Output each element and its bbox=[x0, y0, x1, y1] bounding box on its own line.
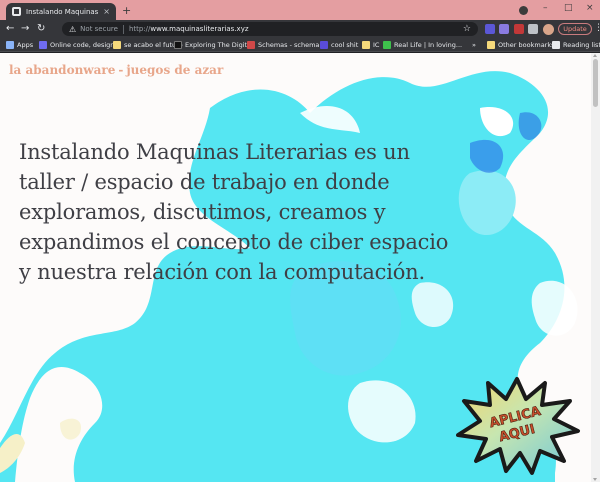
site-icon bbox=[320, 41, 328, 49]
bookmark-label: Apps bbox=[17, 41, 34, 49]
folder-icon bbox=[113, 41, 121, 49]
bookmark-star-icon[interactable]: ☆ bbox=[463, 24, 471, 34]
url-scheme: http:// bbox=[128, 25, 151, 33]
browser-window: Instalando Maquinas Literarias × + – □ ×… bbox=[0, 0, 600, 482]
bookmark-se-acabo[interactable]: se acabo el futuro bbox=[113, 40, 183, 50]
bookmark-online-code[interactable]: Online code, design... bbox=[39, 40, 121, 50]
bookmarks-bar: Apps Online code, design... se acabo el … bbox=[0, 38, 600, 52]
apps-grid-icon bbox=[6, 41, 14, 49]
warning-icon[interactable]: ⚠ bbox=[69, 25, 76, 34]
page-scrollbar[interactable] bbox=[591, 53, 600, 482]
update-button[interactable]: Update bbox=[558, 23, 592, 35]
tab-close-icon[interactable]: × bbox=[103, 7, 110, 16]
bookmark-label: Exploring The Digit... bbox=[185, 41, 254, 49]
nav-link-abandonware[interactable]: la abandonware bbox=[9, 63, 115, 77]
tab-search-icon[interactable] bbox=[519, 6, 528, 15]
security-label[interactable]: Not secure bbox=[80, 25, 118, 33]
scroll-down-arrow-icon[interactable] bbox=[593, 478, 597, 481]
bookmark-label: IC bbox=[373, 41, 380, 49]
forward-button[interactable]: → bbox=[21, 23, 29, 34]
tab-active[interactable]: Instalando Maquinas Literarias × bbox=[6, 3, 116, 20]
tab-strip: Instalando Maquinas Literarias × + – □ × bbox=[0, 0, 600, 20]
scrollbar-thumb[interactable] bbox=[593, 59, 598, 107]
bookmark-exploring[interactable]: Exploring The Digit... bbox=[174, 40, 253, 50]
site-icon bbox=[247, 41, 255, 49]
site-header: la abandonware - juegos de azar bbox=[9, 63, 223, 77]
site-icon bbox=[383, 41, 391, 49]
folder-icon bbox=[487, 41, 495, 49]
bookmark-label: Other bookmarks bbox=[498, 41, 555, 49]
apply-here-button[interactable]: APLICA AQUI bbox=[450, 373, 585, 477]
bookmark-ic[interactable]: IC bbox=[362, 40, 379, 50]
menu-kebab-icon[interactable]: ⋮ bbox=[594, 23, 600, 33]
scroll-up-arrow-icon[interactable] bbox=[593, 54, 597, 57]
extension-gear-icon[interactable] bbox=[499, 24, 509, 34]
bookmark-label: Reading list bbox=[563, 41, 600, 49]
bookmark-label: Schemas - schema... bbox=[258, 41, 326, 49]
header-separator: - bbox=[118, 63, 124, 77]
url-host: www.maquinasliterarias.xyz bbox=[150, 25, 249, 33]
address-divider bbox=[122, 24, 124, 34]
extension-pdf-icon[interactable] bbox=[514, 24, 524, 34]
profile-avatar[interactable] bbox=[543, 24, 554, 35]
extensions-puzzle-icon[interactable] bbox=[528, 24, 538, 34]
update-button-label: Update bbox=[563, 25, 587, 33]
bookmark-schemas[interactable]: Schemas - schema... bbox=[247, 40, 326, 50]
tab-title: Instalando Maquinas Literarias bbox=[26, 7, 100, 16]
page-favicon-icon bbox=[12, 7, 21, 16]
back-button[interactable]: ← bbox=[6, 23, 14, 34]
bookmark-label: Online code, design... bbox=[50, 41, 121, 49]
reload-button[interactable]: ↻ bbox=[37, 23, 45, 34]
maximize-button[interactable]: □ bbox=[564, 3, 573, 13]
browser-toolbar: ← → ↻ ⚠ Not secure http:// www.maquinasl… bbox=[0, 20, 600, 38]
hero-paragraph: Instalando Maquinas Literarias es un tal… bbox=[19, 140, 449, 284]
bookmark-apps[interactable]: Apps bbox=[6, 40, 33, 50]
code-icon bbox=[39, 41, 47, 49]
bookmarks-overflow-label: » bbox=[472, 41, 476, 49]
bookmark-cool-shit[interactable]: cool shit bbox=[320, 40, 358, 50]
bookmark-other[interactable]: Other bookmarks bbox=[487, 40, 555, 50]
reading-list[interactable]: Reading list bbox=[552, 40, 600, 50]
bookmarks-overflow[interactable]: » bbox=[472, 40, 476, 50]
new-tab-button[interactable]: + bbox=[122, 4, 131, 17]
reading-list-icon bbox=[552, 41, 560, 49]
address-bar[interactable]: ⚠ Not secure http:// www.maquinasliterar… bbox=[62, 22, 478, 36]
minimize-button[interactable]: – bbox=[543, 3, 548, 13]
site-icon bbox=[174, 41, 182, 49]
bookmark-label: Real Life | In loving... bbox=[394, 41, 463, 49]
nav-link-juegos-de-azar[interactable]: juegos de azar bbox=[126, 63, 223, 77]
extension-code-icon[interactable] bbox=[485, 24, 495, 34]
bookmark-label: cool shit bbox=[331, 41, 359, 49]
window-close-button[interactable]: × bbox=[586, 3, 594, 13]
folder-icon bbox=[362, 41, 370, 49]
page-content: la abandonware - juegos de azar Instalando… bbox=[0, 53, 591, 482]
bookmark-real-life[interactable]: Real Life | In loving... bbox=[383, 40, 462, 50]
